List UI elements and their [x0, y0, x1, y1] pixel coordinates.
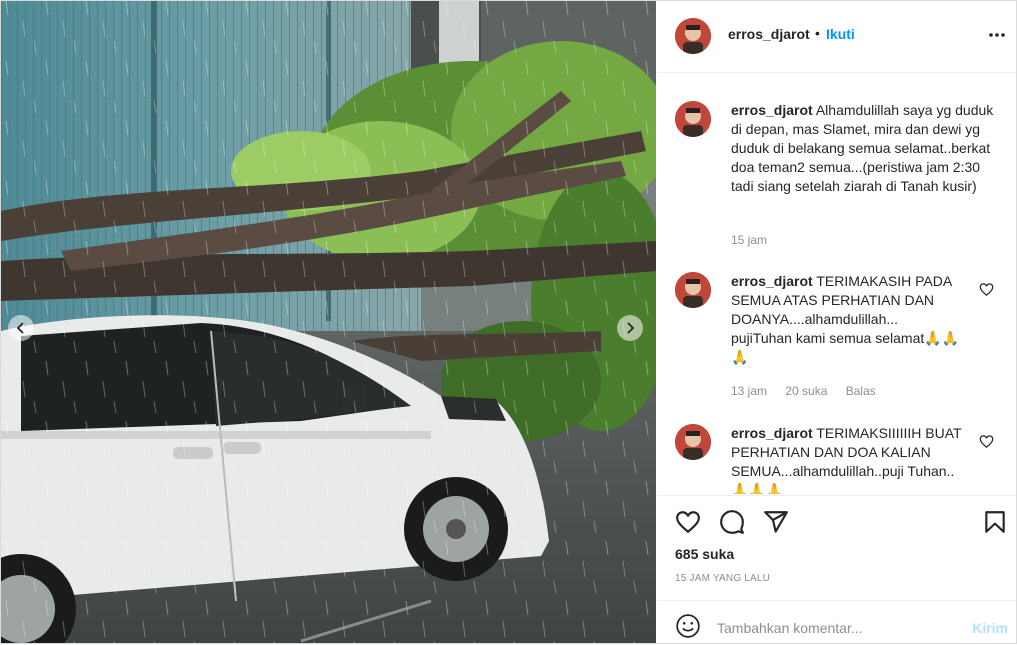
paper-plane-icon[interactable] [763, 509, 789, 535]
smiley-icon[interactable] [675, 613, 701, 639]
reply-button[interactable]: Balas [846, 384, 876, 398]
more-horizontal-icon[interactable] [987, 25, 1007, 45]
avatar[interactable] [675, 101, 711, 137]
add-comment-bar: Tambahkan komentar... Kirim [657, 600, 1016, 645]
post-actions: 685 suka 15 JAM YANG LALU Tambahkan kome… [657, 495, 1016, 644]
comments-list[interactable]: erros_djarot Alhamdulillah saya yg duduk… [657, 73, 1016, 494]
post-header: erros_djarot • Ikuti [657, 1, 1016, 73]
comment-text: erros_djarot TERIMAKSIIIIIIH BUAT PERHAT… [731, 424, 963, 494]
chevron-left-icon [16, 322, 24, 334]
comment-like-icon[interactable] [979, 434, 994, 449]
avatar[interactable] [675, 18, 711, 54]
comment-like-icon[interactable] [979, 282, 994, 297]
comment-username[interactable]: erros_djarot [731, 425, 813, 441]
add-comment-input[interactable]: Tambahkan komentar... [717, 620, 863, 636]
comment-text: erros_djarot TERIMAKASIH PADA SEMUA ATAS… [731, 272, 961, 367]
comment-icon[interactable] [719, 509, 745, 535]
post-comment-button[interactable]: Kirim [972, 620, 1008, 636]
post-timestamp[interactable]: 15 JAM YANG LALU [675, 573, 770, 584]
comment-meta: 15 jam [731, 233, 782, 247]
chevron-right-icon [627, 322, 635, 334]
post-side-panel: erros_djarot • Ikuti erros_djarot Alhamd… [657, 1, 1016, 643]
comment-likes[interactable]: 20 suka [785, 384, 827, 398]
bookmark-icon[interactable] [982, 509, 1008, 535]
follow-button[interactable]: Ikuti [826, 26, 855, 42]
header-username[interactable]: erros_djarot [728, 26, 810, 42]
carousel-next-button[interactable] [617, 315, 643, 341]
post-photo[interactable] [1, 1, 656, 643]
header-separator: • [815, 25, 820, 41]
like-count[interactable]: 685 suka [675, 546, 734, 562]
avatar[interactable] [675, 272, 711, 308]
comment-username[interactable]: erros_djarot [731, 102, 813, 118]
comment-time[interactable]: 15 jam [731, 233, 767, 247]
photo-illustration [1, 1, 656, 643]
comment-time[interactable]: 13 jam [731, 384, 767, 398]
comment-username[interactable]: erros_djarot [731, 273, 813, 289]
avatar[interactable] [675, 424, 711, 460]
comment-text: erros_djarot Alhamdulillah saya yg duduk… [731, 101, 996, 196]
heart-icon[interactable] [675, 509, 701, 535]
post-dialog: erros_djarot • Ikuti erros_djarot Alhamd… [0, 0, 1017, 644]
carousel-prev-button[interactable] [8, 315, 34, 341]
comment-meta: 13 jam 20 suka Balas [731, 384, 891, 398]
